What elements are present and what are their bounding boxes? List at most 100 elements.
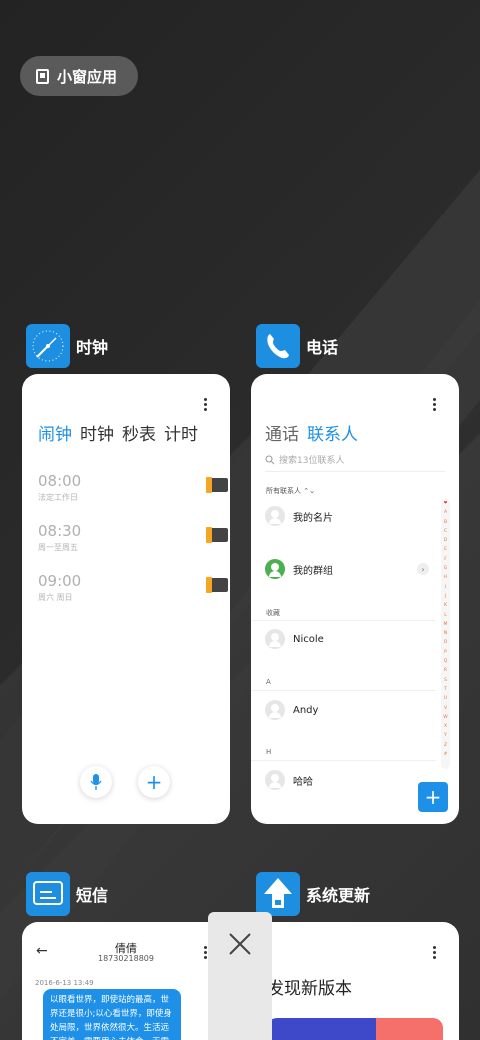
clock-card[interactable]: 闹钟 时钟 秒表 计时 08:00 法定工作日 08:30 周一至周五 09:0… [22, 374, 230, 824]
alphabet-letter[interactable]: I [445, 583, 446, 592]
alarm-item[interactable]: 08:00 法定工作日 [38, 472, 228, 503]
add-alarm-button[interactable]: + [138, 766, 170, 798]
update-app-icon [256, 872, 300, 916]
alphabet-letter[interactable]: F [444, 555, 447, 564]
contacts-card[interactable]: 通话 联系人 搜索13位联系人 所有联系人 ⌃⌄ 我的名片 我的群组 › 收藏 … [251, 374, 459, 824]
tab-stopwatch[interactable]: 秒表 [122, 420, 156, 445]
alarm-toggle[interactable] [206, 577, 228, 593]
contact-number: 18730218809 [98, 954, 154, 963]
alphabet-letter[interactable]: A [444, 508, 447, 517]
phone-app-header[interactable]: 电话 [256, 324, 338, 368]
alphabet-letter[interactable]: M [444, 620, 448, 629]
sms-card[interactable]: ← 倩倩 18730218809 2016-6-13 13:49 以眼看世界，即… [22, 922, 230, 1040]
alphabet-letter[interactable]: S [444, 676, 447, 685]
alphabet-letter[interactable]: Q [444, 657, 448, 666]
clock-app-header[interactable]: 时钟 [26, 324, 108, 368]
contact-name: Andy [293, 704, 319, 716]
tab-alarm[interactable]: 闹钟 [38, 420, 72, 445]
alarm-item[interactable]: 09:00 周六 周日 [38, 572, 228, 603]
alphabet-letter[interactable]: ❤ [444, 499, 448, 508]
alphabet-letter[interactable]: N [444, 629, 447, 638]
avatar [265, 700, 285, 720]
search-placeholder: 搜索13位联系人 [279, 456, 345, 466]
divider [251, 620, 436, 621]
alphabet-letter[interactable]: E [444, 545, 447, 554]
alphabet-letter[interactable]: R [444, 666, 447, 675]
alphabet-letter[interactable]: T [444, 685, 447, 694]
contact-row[interactable]: 哈哈 [265, 769, 435, 791]
my-groups-row[interactable]: 我的群组 [265, 558, 435, 580]
alphabet-letter[interactable]: G [444, 564, 448, 573]
alphabet-letter[interactable]: U [444, 694, 447, 703]
sms-app-icon [26, 872, 70, 916]
alarm-time: 09:00 [38, 572, 82, 590]
message-bubble[interactable]: 以眼看世界，即使站的最高，世界还是很小;以心看世界，即使身处局限，世界依然很大。… [43, 989, 181, 1040]
clock-more-icon[interactable] [204, 398, 208, 413]
alarm-repeat: 周一至周五 [38, 543, 78, 552]
alphabet-letter[interactable]: P [444, 648, 447, 657]
update-more-icon[interactable] [433, 946, 437, 961]
avatar [265, 506, 285, 526]
tab-contacts[interactable]: 联系人 [307, 420, 358, 445]
sms-app-header[interactable]: 短信 [26, 872, 108, 916]
my-groups-label: 我的群组 [293, 565, 333, 577]
alphabet-letter[interactable]: Z [444, 741, 447, 750]
clock-face-icon [32, 330, 64, 362]
contact-row[interactable]: Andy [265, 699, 435, 721]
message-date: 2016-6-13 13:49 [35, 979, 94, 987]
tab-calls[interactable]: 通话 [265, 420, 299, 445]
contacts-more-icon[interactable] [433, 398, 437, 413]
contact-search-input[interactable]: 搜索13位联系人 [265, 448, 445, 472]
alphabet-index[interactable]: ❤ A B C D E F G H I J K L M N O P Q R S T U V W X Y Z # [441, 499, 450, 769]
tab-timer[interactable]: 计时 [164, 420, 198, 445]
alphabet-letter[interactable]: L [444, 611, 447, 620]
tab-clock[interactable]: 时钟 [80, 420, 114, 445]
phone-handset-icon [267, 334, 289, 359]
alphabet-letter[interactable]: C [444, 527, 447, 536]
contact-name: 哈哈 [293, 776, 313, 788]
phone-tabs: 通话 联系人 [265, 420, 358, 445]
mini-window-label: 小窗应用 [57, 67, 118, 86]
alphabet-letter[interactable]: J [445, 592, 446, 601]
sms-app-name: 短信 [76, 886, 109, 905]
update-app-header[interactable]: 系统更新 [256, 872, 370, 916]
microphone-icon [90, 774, 102, 790]
alphabet-letter[interactable]: W [443, 713, 447, 722]
chevron-right-icon[interactable]: › [417, 563, 429, 575]
update-heading: 发现新版本 [267, 979, 352, 999]
clock-app-name: 时钟 [76, 338, 109, 357]
alphabet-letter[interactable]: D [444, 536, 447, 545]
alphabet-letter[interactable]: H [444, 573, 447, 582]
mini-window-apps-button[interactable]: 小窗应用 [20, 56, 138, 96]
favorites-header: 收藏 [266, 609, 280, 617]
alphabet-letter[interactable]: Y [444, 731, 447, 740]
contact-name: Nicole [293, 633, 324, 645]
upload-arrow-icon [264, 878, 292, 908]
alarm-toggle[interactable] [206, 477, 228, 493]
phone-app-name: 电话 [306, 338, 339, 357]
my-card-label: 我的名片 [293, 512, 333, 524]
groups-icon [265, 559, 285, 579]
alphabet-letter[interactable]: O [444, 638, 448, 647]
clear-all-button[interactable] [208, 912, 272, 1040]
alphabet-letter[interactable]: B [444, 518, 447, 527]
alarm-item[interactable]: 08:30 周一至周五 [38, 522, 228, 553]
divider [251, 760, 436, 761]
avatar [265, 770, 285, 790]
clock-app-icon [26, 324, 70, 368]
alphabet-letter[interactable]: K [444, 601, 447, 610]
alphabet-letter[interactable]: V [444, 704, 447, 713]
update-banner-image [267, 1018, 443, 1040]
alarm-toggle[interactable] [206, 527, 228, 543]
alarm-repeat: 周六 周日 [38, 593, 73, 602]
my-card-row[interactable]: 我的名片 [265, 505, 435, 527]
contacts-filter[interactable]: 所有联系人 ⌃⌄ [266, 486, 315, 496]
voice-alarm-button[interactable] [80, 766, 112, 798]
update-card[interactable]: 发现新版本 [251, 922, 459, 1040]
close-icon [226, 930, 254, 963]
add-contact-button[interactable]: + [418, 782, 448, 812]
alarm-time: 08:30 [38, 522, 82, 540]
alphabet-letter[interactable]: # [444, 750, 448, 759]
alphabet-letter[interactable]: X [444, 722, 447, 731]
contact-row[interactable]: Nicole [265, 628, 435, 650]
